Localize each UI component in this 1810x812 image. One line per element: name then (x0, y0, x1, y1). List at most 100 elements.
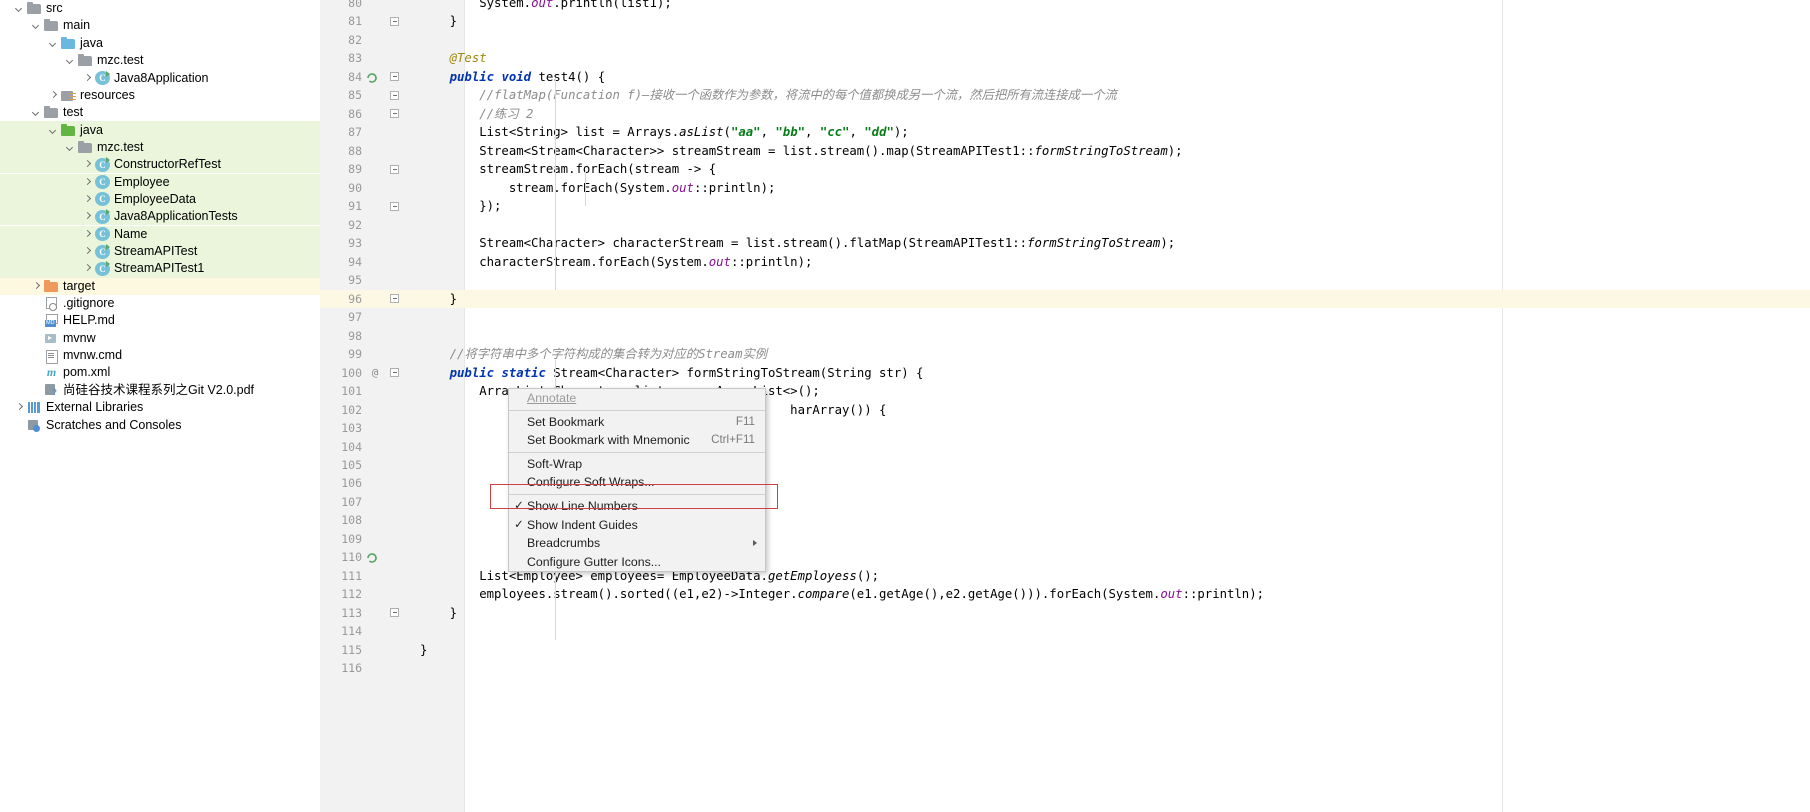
tree-item-streamapitest[interactable]: C StreamAPITest (0, 242, 320, 261)
chevron-down-icon[interactable] (14, 3, 25, 14)
chevron-right-icon[interactable] (31, 281, 42, 292)
tree-item-label: StreamAPITest (114, 244, 198, 259)
tree-item-main[interactable]: main (0, 17, 320, 34)
code-fold-toggle-icon[interactable] (390, 109, 399, 119)
code-line-85[interactable]: 85 //flatMap(Funcation f)—接收一个函数作为参数，将流中… (320, 86, 1810, 105)
code-line-112[interactable]: 112 employees.stream().sorted((e1,e2)->I… (320, 585, 1810, 604)
chevron-right-icon[interactable] (82, 194, 93, 205)
file-script-icon (44, 332, 59, 345)
code-line-83[interactable]: 83 @Test (320, 49, 1810, 68)
project-tool-window[interactable]: src main java mzc.test C Java8Application reso… (0, 0, 320, 812)
tree-item-test[interactable]: test (0, 104, 320, 121)
tree-item-java[interactable]: java (0, 35, 320, 52)
code-line-81[interactable]: 81 } (320, 12, 1810, 31)
code-line-91[interactable]: 91 }); (320, 197, 1810, 216)
code-line-114[interactable]: 114 (320, 622, 1810, 641)
code-line-100[interactable]: 100 @ public static Stream<Character> for… (320, 364, 1810, 383)
code-fold-toggle-icon[interactable] (390, 164, 399, 174)
code-line-95[interactable]: 95 (320, 271, 1810, 290)
menu-item-soft-wrap[interactable]: Soft-Wrap (509, 454, 765, 474)
tree-item-label: mzc.test (97, 53, 144, 68)
chevron-right-icon[interactable] (82, 177, 93, 188)
tree-item-name[interactable]: C Name (0, 225, 320, 243)
code-line-text: stream.forEach(System.out::println); (420, 180, 776, 195)
code-line-97[interactable]: 97 (320, 308, 1810, 327)
tree-item-help-md[interactable]: HELP.md (0, 312, 320, 329)
chevron-down-icon[interactable] (31, 107, 42, 118)
code-line-116[interactable]: 116 (320, 659, 1810, 678)
chevron-right-icon[interactable] (82, 159, 93, 170)
tree-item-label: Employee (114, 174, 170, 189)
tree-item--git-v2-0-pdf[interactable]: 尚硅谷技术课程系列之Git V2.0.pdf (0, 382, 320, 399)
code-line-82[interactable]: 82 (320, 31, 1810, 50)
code-line-87[interactable]: 87 List<String> list = Arrays.asList("aa… (320, 123, 1810, 142)
menu-item-configure-soft-wraps[interactable]: Configure Soft Wraps... (509, 473, 765, 492)
override-marker-icon[interactable]: @ (368, 364, 382, 383)
tree-item-target[interactable]: target (0, 277, 320, 295)
code-line-89[interactable]: 89 streamStream.forEach(stream -> { (320, 160, 1810, 179)
menu-item-set-bookmark[interactable]: Set Bookmark F11 (509, 412, 765, 432)
tree-item-scratches-and-consoles[interactable]: Scratches and Consoles (0, 416, 320, 433)
code-fold-toggle-icon[interactable] (390, 201, 399, 211)
code-fold-toggle-icon[interactable] (390, 72, 399, 82)
chevron-right-icon[interactable] (82, 263, 93, 274)
tree-item-constructorreftest[interactable]: C ConstructorRefTest (0, 156, 320, 174)
run-test-gutter-icon[interactable] (366, 551, 378, 564)
tree-item-streamapitest1[interactable]: C StreamAPITest1 (0, 260, 320, 278)
tree-item-mzc-test[interactable]: mzc.test (0, 138, 320, 157)
code-fold-toggle-icon[interactable] (390, 90, 399, 100)
code-line-94[interactable]: 94 characterStream.forEach(System.out::p… (320, 253, 1810, 272)
chevron-down-icon[interactable] (65, 55, 76, 66)
tree-item-src[interactable]: src (0, 0, 320, 17)
chevron-down-icon[interactable] (48, 125, 59, 136)
menu-item-show-indent-guides[interactable]: ✓ Show Indent Guides (509, 515, 765, 535)
gutter-context-menu[interactable]: Annotate Set Bookmark F11 Set Bookmark with… (508, 388, 766, 573)
menu-item-show-line-numbers[interactable]: ✓ Show Line Numbers (509, 496, 765, 516)
chevron-down-icon[interactable] (65, 142, 76, 153)
tree-item--gitignore[interactable]: .gitignore (0, 295, 320, 312)
tree-item-mvnw[interactable]: mvnw (0, 330, 320, 347)
chevron-right-icon[interactable] (82, 229, 93, 240)
menu-item-set-bookmark-with-mnemonic[interactable]: Set Bookmark with Mnemonic Ctrl+F11 (509, 431, 765, 450)
chevron-right-icon[interactable] (14, 402, 25, 413)
code-line-93[interactable]: 93 Stream<Character> characterStream = l… (320, 234, 1810, 253)
chevron-right-icon[interactable] (82, 246, 93, 257)
run-test-gutter-icon[interactable] (366, 71, 378, 83)
code-fold-toggle-icon[interactable] (390, 608, 399, 618)
tree-item-label: 尚硅谷技术课程系列之Git V2.0.pdf (63, 382, 255, 397)
code-line-84[interactable]: 84 public void test4() { (320, 68, 1810, 87)
code-line-99[interactable]: 99 //将字符串中多个字符构成的集合转为对应的Stream实例 (320, 345, 1810, 364)
code-line-text: System.out.println(list1); (420, 0, 672, 10)
code-fold-toggle-icon[interactable] (390, 294, 399, 304)
code-line-90[interactable]: 90 stream.forEach(System.out::println); (320, 179, 1810, 198)
code-line-115[interactable]: 115} (320, 641, 1810, 660)
code-line-113[interactable]: 113 } (320, 604, 1810, 623)
tree-item-java[interactable]: java (0, 121, 320, 139)
tree-item-external-libraries[interactable]: External Libraries (0, 399, 320, 416)
code-line-80[interactable]: 80 System.out.println(list1); (320, 0, 1810, 13)
chevron-down-icon[interactable] (31, 20, 42, 31)
tree-item-resources[interactable]: resources (0, 87, 320, 104)
code-line-86[interactable]: 86 //练习 2 (320, 105, 1810, 124)
chevron-right-icon[interactable] (48, 90, 59, 101)
menu-item-configure-gutter-icons[interactable]: Configure Gutter Icons... (509, 552, 765, 572)
tree-item-java8application[interactable]: C Java8Application (0, 69, 320, 86)
tree-item-mzc-test[interactable]: mzc.test (0, 52, 320, 69)
chevron-right-icon[interactable] (82, 211, 93, 222)
chevron-right-icon[interactable] (82, 73, 93, 84)
code-line-98[interactable]: 98 (320, 327, 1810, 346)
tree-item-employeedata[interactable]: C EmployeeData (0, 190, 320, 209)
menu-item-breadcrumbs[interactable]: Breadcrumbs (509, 534, 765, 553)
tree-item-pom-xml[interactable]: m pom.xml (0, 364, 320, 381)
tree-item-mvnw-cmd[interactable]: mvnw.cmd (0, 347, 320, 365)
code-fold-toggle-icon[interactable] (390, 368, 399, 378)
tree-item-label: mzc.test (97, 139, 144, 154)
code-line-88[interactable]: 88 Stream<Stream<Character>> streamStrea… (320, 142, 1810, 161)
chevron-down-icon[interactable] (48, 38, 59, 49)
tree-item-java8applicationtests[interactable]: C Java8ApplicationTests (0, 208, 320, 226)
tree-item-label: resources (80, 87, 135, 102)
code-line-92[interactable]: 92 (320, 216, 1810, 235)
code-line-96[interactable]: 96 } (320, 289, 1810, 309)
tree-item-employee[interactable]: C Employee (0, 173, 320, 191)
code-fold-toggle-icon[interactable] (390, 16, 399, 26)
